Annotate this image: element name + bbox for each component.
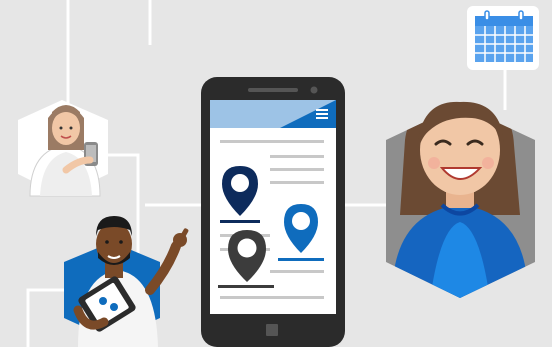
illustration-scene: [18, 0, 539, 347]
calendar-icon[interactable]: [467, 6, 539, 70]
smiling-woman-avatar: [386, 101, 535, 298]
man-with-tablet-avatar: [64, 216, 189, 347]
smartphone-device: [201, 77, 345, 347]
woman-with-phone-avatar: [18, 100, 108, 197]
home-button[interactable]: [266, 324, 278, 336]
hamburger-menu-icon[interactable]: [316, 109, 328, 119]
